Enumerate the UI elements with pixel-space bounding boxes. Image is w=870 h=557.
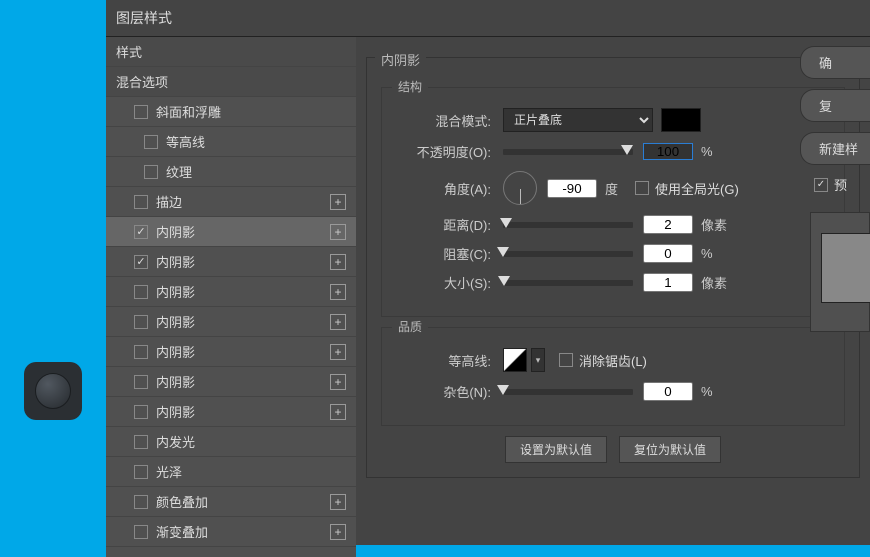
- global-light-checkbox[interactable]: [635, 181, 649, 195]
- plus-icon[interactable]: +: [330, 524, 346, 540]
- percent-unit: %: [701, 144, 731, 159]
- contour-label: 等高线:: [396, 351, 491, 370]
- sidebar-item-texture[interactable]: 纹理: [106, 157, 356, 187]
- preview-box: [810, 212, 870, 332]
- ok-button[interactable]: 确: [800, 46, 870, 79]
- degree-unit: 度: [605, 179, 635, 198]
- blend-mode-select[interactable]: 正片叠底: [503, 108, 653, 132]
- size-slider[interactable]: [503, 280, 633, 286]
- checkbox-icon[interactable]: [144, 135, 158, 149]
- sidebar-item-color-overlay[interactable]: 颜色叠加+: [106, 487, 356, 517]
- angle-dial[interactable]: [503, 171, 537, 205]
- sidebar-heading-blend[interactable]: 混合选项: [106, 67, 356, 97]
- dialog-right-column: 确 复 新建样 ✓ 预: [800, 46, 870, 332]
- inner-shadow-fieldset: 内阴影 结构 混合模式: 正片叠底 不透明度(O): %: [366, 57, 860, 478]
- distance-label: 距离(D):: [396, 215, 491, 234]
- size-input[interactable]: [643, 273, 693, 292]
- preview-swatch: [821, 233, 870, 303]
- layer-style-dialog: 图层样式 样式 混合选项 斜面和浮雕 等高线 纹理 描边+ ✓内阴影+ ✓内阴影…: [106, 0, 870, 545]
- checkbox-icon[interactable]: [134, 345, 148, 359]
- group-label-structure: 结构: [392, 78, 428, 95]
- checkbox-icon[interactable]: [144, 165, 158, 179]
- percent-unit: %: [701, 384, 731, 399]
- opacity-slider[interactable]: [503, 149, 633, 155]
- checkbox-icon[interactable]: [134, 525, 148, 539]
- global-light-label: 使用全局光(G): [655, 179, 739, 198]
- plus-icon[interactable]: +: [330, 194, 346, 210]
- styles-sidebar[interactable]: 样式 混合选项 斜面和浮雕 等高线 纹理 描边+ ✓内阴影+ ✓内阴影+ 内阴影…: [106, 37, 356, 557]
- plus-icon[interactable]: +: [330, 314, 346, 330]
- checkbox-icon[interactable]: [134, 195, 148, 209]
- sidebar-item-inner-shadow-6[interactable]: 内阴影+: [106, 367, 356, 397]
- distance-slider[interactable]: [503, 222, 633, 228]
- opacity-label: 不透明度(O):: [396, 142, 491, 161]
- group-label-quality: 品质: [392, 318, 428, 335]
- plus-icon[interactable]: +: [330, 284, 346, 300]
- noise-slider[interactable]: [503, 389, 633, 395]
- opacity-input[interactable]: [643, 143, 693, 160]
- chevron-down-icon[interactable]: ▾: [531, 348, 545, 372]
- blend-mode-label: 混合模式:: [396, 111, 491, 130]
- noise-input[interactable]: [643, 382, 693, 401]
- angle-label: 角度(A):: [396, 179, 491, 198]
- percent-unit: %: [701, 246, 731, 261]
- set-default-button[interactable]: 设置为默认值: [505, 436, 607, 463]
- size-label: 大小(S):: [396, 273, 491, 292]
- sidebar-item-inner-shadow-5[interactable]: 内阴影+: [106, 337, 356, 367]
- choke-input[interactable]: [643, 244, 693, 263]
- checkbox-icon[interactable]: [134, 285, 148, 299]
- choke-label: 阻塞(C):: [396, 244, 491, 263]
- sidebar-item-inner-shadow-3[interactable]: 内阴影+: [106, 277, 356, 307]
- sidebar-item-satin[interactable]: 光泽: [106, 457, 356, 487]
- checkbox-icon[interactable]: [134, 375, 148, 389]
- px-unit: 像素: [701, 273, 731, 292]
- dialog-title: 图层样式: [106, 0, 870, 37]
- checkbox-icon[interactable]: [134, 465, 148, 479]
- plus-icon[interactable]: +: [330, 374, 346, 390]
- fieldset-title: 内阴影: [375, 50, 426, 69]
- contour-preview[interactable]: [503, 348, 527, 372]
- checkbox-icon[interactable]: ✓: [134, 225, 148, 239]
- sidebar-item-gradient-overlay[interactable]: 渐变叠加+: [106, 517, 356, 547]
- checkbox-icon[interactable]: [134, 315, 148, 329]
- desktop-knob: [24, 362, 82, 420]
- new-style-button[interactable]: 新建样: [800, 132, 870, 165]
- checkbox-icon[interactable]: [134, 495, 148, 509]
- plus-icon[interactable]: +: [330, 404, 346, 420]
- cancel-button[interactable]: 复: [800, 89, 870, 122]
- plus-icon[interactable]: +: [330, 224, 346, 240]
- checkbox-icon[interactable]: [134, 105, 148, 119]
- angle-input[interactable]: [547, 179, 597, 198]
- checkbox-icon[interactable]: [134, 405, 148, 419]
- distance-input[interactable]: [643, 215, 693, 234]
- quality-group: 品质 等高线: ▾ 消除锯齿(L) 杂色(N): %: [381, 327, 845, 426]
- sidebar-heading-styles[interactable]: 样式: [106, 37, 356, 67]
- shadow-color-swatch[interactable]: [661, 108, 701, 132]
- sidebar-item-inner-shadow-2[interactable]: ✓内阴影+: [106, 247, 356, 277]
- reset-default-button[interactable]: 复位为默认值: [619, 436, 721, 463]
- sidebar-item-contour[interactable]: 等高线: [106, 127, 356, 157]
- sidebar-item-inner-shadow-1[interactable]: ✓内阴影+: [106, 217, 356, 247]
- preview-checkbox[interactable]: ✓: [814, 178, 828, 192]
- antialias-checkbox[interactable]: [559, 353, 573, 367]
- settings-panel: 内阴影 结构 混合模式: 正片叠底 不透明度(O): %: [356, 37, 870, 557]
- plus-icon[interactable]: +: [330, 494, 346, 510]
- preview-row[interactable]: ✓ 预: [800, 175, 870, 194]
- checkbox-icon[interactable]: ✓: [134, 255, 148, 269]
- px-unit: 像素: [701, 215, 731, 234]
- checkbox-icon[interactable]: [134, 435, 148, 449]
- preview-label: 预: [834, 175, 847, 194]
- sidebar-item-inner-shadow-4[interactable]: 内阴影+: [106, 307, 356, 337]
- sidebar-item-inner-shadow-7[interactable]: 内阴影+: [106, 397, 356, 427]
- choke-slider[interactable]: [503, 251, 633, 257]
- antialias-label: 消除锯齿(L): [579, 351, 647, 370]
- sidebar-item-inner-glow[interactable]: 内发光: [106, 427, 356, 457]
- noise-label: 杂色(N):: [396, 382, 491, 401]
- structure-group: 结构 混合模式: 正片叠底 不透明度(O): % 角度(A):: [381, 87, 845, 317]
- plus-icon[interactable]: +: [330, 344, 346, 360]
- plus-icon[interactable]: +: [330, 254, 346, 270]
- sidebar-item-stroke[interactable]: 描边+: [106, 187, 356, 217]
- sidebar-item-bevel[interactable]: 斜面和浮雕: [106, 97, 356, 127]
